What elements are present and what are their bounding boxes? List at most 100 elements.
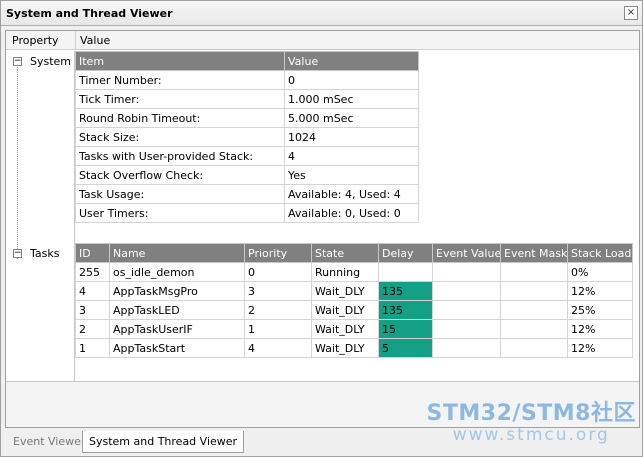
table-row[interactable]: User Timers: Available: 0, Used: 0 (75, 203, 419, 223)
value-cell: 1024 (284, 127, 419, 147)
tab-system-thread-viewer[interactable]: System and Thread Viewer (82, 431, 245, 453)
collapse-icon[interactable]: − (13, 57, 22, 66)
task-row[interactable]: 3 AppTaskLED 2 Wait_DLY 135 25% (75, 300, 633, 320)
item-cell: Round Robin Timeout: (75, 108, 285, 128)
task-name: os_idle_demon (109, 262, 245, 282)
task-priority: 2 (244, 300, 312, 320)
task-event-value (432, 319, 501, 339)
column-header-event-mask: Event Mask (500, 243, 568, 263)
task-event-mask (500, 338, 568, 358)
tree-label-tasks[interactable]: Tasks (30, 247, 59, 260)
task-event-value (432, 262, 501, 282)
task-row[interactable]: 2 AppTaskUserIF 1 Wait_DLY 15 12% (75, 319, 633, 339)
value-cell: 4 (284, 146, 419, 166)
viewer-content: Property Value − System − Tasks Item Val… (5, 30, 640, 428)
task-priority: 3 (244, 281, 312, 301)
task-delay: 5 (378, 338, 433, 358)
column-header-delay: Delay (378, 243, 433, 263)
task-delay (378, 262, 433, 282)
close-icon[interactable]: × (624, 6, 638, 20)
column-header-value: Value (284, 51, 419, 71)
task-delay: 15 (378, 319, 433, 339)
item-cell: Stack Size: (75, 127, 285, 147)
task-state: Wait_DLY (311, 338, 379, 358)
table-row[interactable]: Timer Number: 0 (75, 70, 419, 90)
item-cell: User Timers: (75, 203, 285, 223)
task-priority: 1 (244, 319, 312, 339)
task-stack-load: 0% (567, 262, 633, 282)
watermark-url: www.stmcu.org (452, 425, 610, 445)
task-stack-load: 12% (567, 338, 633, 358)
task-state: Wait_DLY (311, 319, 379, 339)
system-thread-viewer-window: System and Thread Viewer × Property Valu… (0, 0, 643, 457)
tree-line (17, 69, 18, 259)
task-stack-load: 12% (567, 281, 633, 301)
title-bar: System and Thread Viewer × (1, 1, 642, 26)
tasks-table-header: ID Name Priority State Delay Event Value… (75, 243, 633, 263)
table-row[interactable]: Task Usage: Available: 4, Used: 4 (75, 184, 419, 204)
task-event-mask (500, 281, 568, 301)
column-header-name: Name (109, 243, 245, 263)
task-stack-load: 25% (567, 300, 633, 320)
task-state: Running (311, 262, 379, 282)
column-header-id: ID (75, 243, 110, 263)
task-state: Wait_DLY (311, 281, 379, 301)
column-header-priority: Priority (244, 243, 312, 263)
task-id: 3 (75, 300, 110, 320)
window-title: System and Thread Viewer (6, 7, 173, 20)
item-cell: Tick Timer: (75, 89, 285, 109)
item-cell: Tasks with User-provided Stack: (75, 146, 285, 166)
value-cell: Available: 4, Used: 4 (284, 184, 419, 204)
value-column-header[interactable]: Value (80, 34, 110, 47)
watermark: STM32/STM8社区 www.stmcu.org (427, 395, 636, 445)
task-priority: 4 (244, 338, 312, 358)
value-cell: Yes (284, 165, 419, 185)
task-delay: 135 (378, 300, 433, 320)
task-name: AppTaskLED (109, 300, 245, 320)
task-event-mask (500, 300, 568, 320)
task-name: AppTaskStart (109, 338, 245, 358)
system-table: Item Value Timer Number: 0 Tick Timer: 1.0… (75, 51, 419, 223)
system-table-header: Item Value (75, 51, 419, 71)
collapse-icon[interactable]: − (13, 249, 22, 258)
task-row[interactable]: 255 os_idle_demon 0 Running 0% (75, 262, 633, 282)
value-cell: 5.000 mSec (284, 108, 419, 128)
tree-label-system[interactable]: System (30, 55, 71, 68)
task-event-value (432, 300, 501, 320)
table-row[interactable]: Tick Timer: 1.000 mSec (75, 89, 419, 109)
table-row[interactable]: Tasks with User-provided Stack: 4 (75, 146, 419, 166)
tab-event-viewer[interactable]: Event Viewer (7, 431, 91, 453)
task-event-value (432, 281, 501, 301)
table-row[interactable]: Stack Size: 1024 (75, 127, 419, 147)
table-row[interactable]: Round Robin Timeout: 5.000 mSec (75, 108, 419, 128)
task-event-value (432, 338, 501, 358)
column-header-stack-load: Stack Load (567, 243, 633, 263)
tasks-table: ID Name Priority State Delay Event Value… (75, 243, 633, 358)
value-cell: 1.000 mSec (284, 89, 419, 109)
task-event-mask (500, 262, 568, 282)
task-name: AppTaskMsgPro (109, 281, 245, 301)
value-cell: Available: 0, Used: 0 (284, 203, 419, 223)
task-row[interactable]: 1 AppTaskStart 4 Wait_DLY 5 12% (75, 338, 633, 358)
task-id: 255 (75, 262, 110, 282)
watermark-title: STM32/STM8社区 (426, 401, 636, 426)
task-priority: 0 (244, 262, 312, 282)
property-column-header[interactable]: Property (12, 34, 59, 47)
property-header-row: Property Value (6, 31, 639, 50)
task-event-mask (500, 319, 568, 339)
task-id: 1 (75, 338, 110, 358)
task-name: AppTaskUserIF (109, 319, 245, 339)
item-cell: Task Usage: (75, 184, 285, 204)
task-state: Wait_DLY (311, 300, 379, 320)
value-cell: 0 (284, 70, 419, 90)
task-id: 2 (75, 319, 110, 339)
property-tree: − System − Tasks (6, 51, 75, 381)
column-header-state: State (311, 243, 379, 263)
column-divider[interactable] (75, 31, 76, 50)
task-stack-load: 12% (567, 319, 633, 339)
task-row[interactable]: 4 AppTaskMsgPro 3 Wait_DLY 135 12% (75, 281, 633, 301)
item-cell: Stack Overflow Check: (75, 165, 285, 185)
column-header-item: Item (75, 51, 285, 71)
item-cell: Timer Number: (75, 70, 285, 90)
table-row[interactable]: Stack Overflow Check: Yes (75, 165, 419, 185)
